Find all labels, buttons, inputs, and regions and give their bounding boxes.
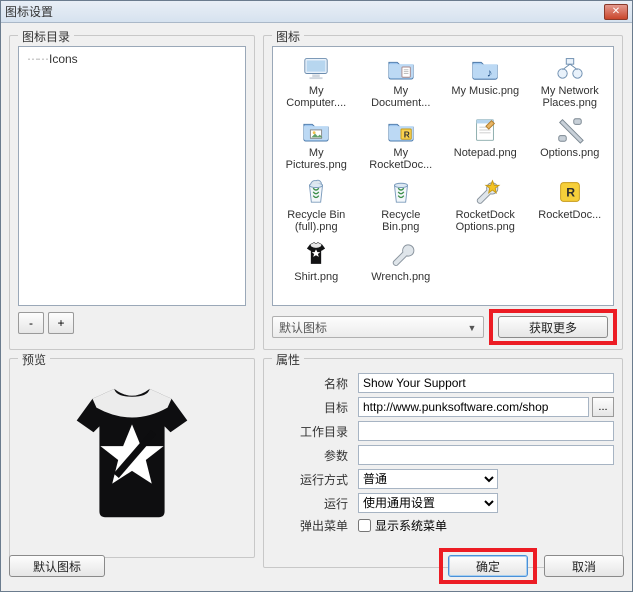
label-run: 运行 xyxy=(272,495,358,512)
cancel-button[interactable]: 取消 xyxy=(544,555,624,577)
icon-item-label: Wrench.png xyxy=(371,271,430,283)
remove-dir-button[interactable]: - xyxy=(18,312,44,334)
window-title: 图标设置 xyxy=(5,3,53,20)
icon-item-label: My Network Places.png xyxy=(535,85,605,109)
icon-item-label: Recycle Bin (full).png xyxy=(281,209,351,233)
default-icon-button[interactable]: 默认图标 xyxy=(9,555,105,577)
label-popup: 弹出菜单 xyxy=(272,517,358,534)
attrs-group: 属性 名称 目标 ... 工作目录 参数 运行方式 普通 xyxy=(263,358,623,568)
icon-item-label: My Document... xyxy=(366,85,436,109)
ok-button[interactable]: 确定 xyxy=(448,555,528,577)
icon-item-my-network[interactable]: My Network Places.png xyxy=(529,51,612,109)
label-target: 目标 xyxy=(272,399,358,416)
monitor-icon xyxy=(300,53,332,83)
get-more-button[interactable]: 获取更多 xyxy=(498,316,608,338)
icon-item-label: Recycle Bin.png xyxy=(366,209,436,233)
dialog-window: 图标设置 ✕ 图标目录 Icons - + 图标 My Computer....… xyxy=(0,0,633,592)
icon-item-my-computer[interactable]: My Computer.... xyxy=(275,51,358,109)
icon-item-label: My RocketDoc... xyxy=(366,147,436,171)
label-args: 参数 xyxy=(272,447,358,464)
icon-item-rocket-options[interactable]: RocketDock Options.png xyxy=(444,175,527,233)
wrench-star-icon xyxy=(469,177,501,207)
preview-group: 预览 xyxy=(9,358,255,558)
wrench-icon xyxy=(385,239,417,269)
notepad-icon xyxy=(469,115,501,145)
target-input[interactable] xyxy=(358,397,589,417)
icon-item-label: RocketDock Options.png xyxy=(450,209,520,233)
icon-item-recycle-full[interactable]: Recycle Bin (full).png xyxy=(275,175,358,233)
args-input[interactable] xyxy=(358,445,614,465)
icon-item-recycle-empty[interactable]: Recycle Bin.png xyxy=(360,175,443,233)
icons-legend: 图标 xyxy=(272,28,304,45)
r-badge-icon xyxy=(554,177,586,207)
icon-item-rocketdock[interactable]: RocketDoc... xyxy=(529,175,612,233)
workdir-input[interactable] xyxy=(358,421,614,441)
default-icon-combo[interactable]: 默认图标 ▼ xyxy=(272,316,484,338)
icon-item-shirt[interactable]: Shirt.png xyxy=(275,237,358,295)
bottom-bar: 默认图标 确定 取消 xyxy=(9,551,624,581)
icon-item-label: Shirt.png xyxy=(294,271,338,283)
icon-item-options[interactable]: Options.png xyxy=(529,113,612,171)
icon-item-label: My Pictures.png xyxy=(281,147,351,171)
icon-item-my-rocketdock[interactable]: My RocketDoc... xyxy=(360,113,443,171)
bin-full-icon xyxy=(300,177,332,207)
add-dir-button[interactable]: + xyxy=(48,312,74,334)
close-icon[interactable]: ✕ xyxy=(604,4,628,20)
icons-listbox[interactable]: My Computer.... My Document... My Music.pn… xyxy=(272,46,614,306)
folder-music-icon xyxy=(469,53,501,83)
folder-doc-icon xyxy=(385,53,417,83)
name-input[interactable] xyxy=(358,373,614,393)
runmode-select[interactable]: 普通 xyxy=(358,469,498,489)
label-workdir: 工作目录 xyxy=(272,423,358,440)
attrs-legend: 属性 xyxy=(272,351,304,368)
icon-dir-legend: 图标目录 xyxy=(18,28,74,45)
run-select[interactable]: 使用通用设置 xyxy=(358,493,498,513)
icon-dir-group: 图标目录 Icons - + xyxy=(9,35,255,350)
titlebar: 图标设置 ✕ xyxy=(1,1,632,23)
icons-group: 图标 My Computer....My Document...My Music… xyxy=(263,35,623,350)
label-runmode: 运行方式 xyxy=(272,471,358,488)
default-icon-combo-label: 默认图标 xyxy=(279,319,327,336)
icon-item-label: Notepad.png xyxy=(454,147,517,159)
icon-item-my-pictures[interactable]: My Pictures.png xyxy=(275,113,358,171)
icon-item-label: My Computer.... xyxy=(281,85,351,109)
options-icon xyxy=(554,115,586,145)
network-icon xyxy=(554,53,586,83)
shirt-icon xyxy=(300,239,332,269)
popup-checkbox-label: 显示系统菜单 xyxy=(375,517,447,534)
icon-item-label: My Music.png xyxy=(451,85,519,97)
preview-legend: 预览 xyxy=(18,351,50,368)
icon-item-notepad[interactable]: Notepad.png xyxy=(444,113,527,171)
target-browse-button[interactable]: ... xyxy=(592,397,614,417)
icon-item-my-documents[interactable]: My Document... xyxy=(360,51,443,109)
folder-r-icon xyxy=(385,115,417,145)
preview-image xyxy=(53,377,211,535)
icon-dir-tree[interactable]: Icons xyxy=(18,46,246,306)
label-name: 名称 xyxy=(272,375,358,392)
chevron-down-icon: ▼ xyxy=(465,321,479,334)
folder-pic-icon xyxy=(300,115,332,145)
tree-root-item[interactable]: Icons xyxy=(25,51,239,67)
icon-item-label: Options.png xyxy=(540,147,599,159)
bin-empty-icon xyxy=(385,177,417,207)
icon-item-my-music[interactable]: My Music.png xyxy=(444,51,527,109)
icon-item-label: RocketDoc... xyxy=(538,209,601,221)
popup-checkbox[interactable] xyxy=(358,519,371,532)
icon-item-wrench[interactable]: Wrench.png xyxy=(360,237,443,295)
